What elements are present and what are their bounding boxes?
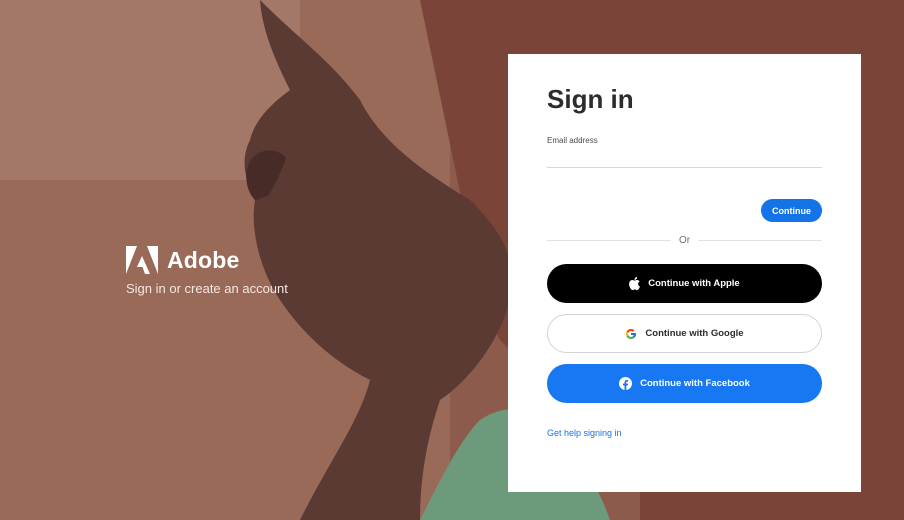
adobe-logo-icon [126, 246, 158, 274]
brand-block: Adobe Sign in or create an account [126, 246, 288, 296]
signin-card: Sign in Email address Continue Or Contin… [508, 54, 861, 492]
brand-name: Adobe [167, 246, 240, 273]
facebook-button-label: Continue with Facebook [640, 378, 750, 389]
apple-button-label: Continue with Apple [648, 278, 740, 289]
help-signing-in-link[interactable]: Get help signing in [547, 428, 622, 438]
email-field[interactable] [547, 145, 822, 168]
divider-line-right [698, 240, 823, 241]
google-button-label: Continue with Google [645, 328, 744, 339]
continue-row: Continue [547, 199, 822, 222]
facebook-icon [619, 377, 633, 390]
divider-text: Or [678, 235, 691, 246]
continue-with-facebook-button[interactable]: Continue with Facebook [547, 364, 822, 403]
email-label: Email address [547, 136, 598, 145]
google-icon [625, 328, 637, 340]
divider-line-left [547, 240, 671, 241]
continue-with-apple-button[interactable]: Continue with Apple [547, 264, 822, 303]
continue-with-google-button[interactable]: Continue with Google [547, 314, 822, 353]
page-title: Sign in [547, 84, 634, 114]
apple-icon [629, 277, 641, 290]
continue-button[interactable]: Continue [761, 199, 822, 222]
brand-row: Adobe [126, 246, 288, 274]
or-divider: Or [547, 235, 823, 246]
brand-tagline: Sign in or create an account [126, 281, 288, 296]
